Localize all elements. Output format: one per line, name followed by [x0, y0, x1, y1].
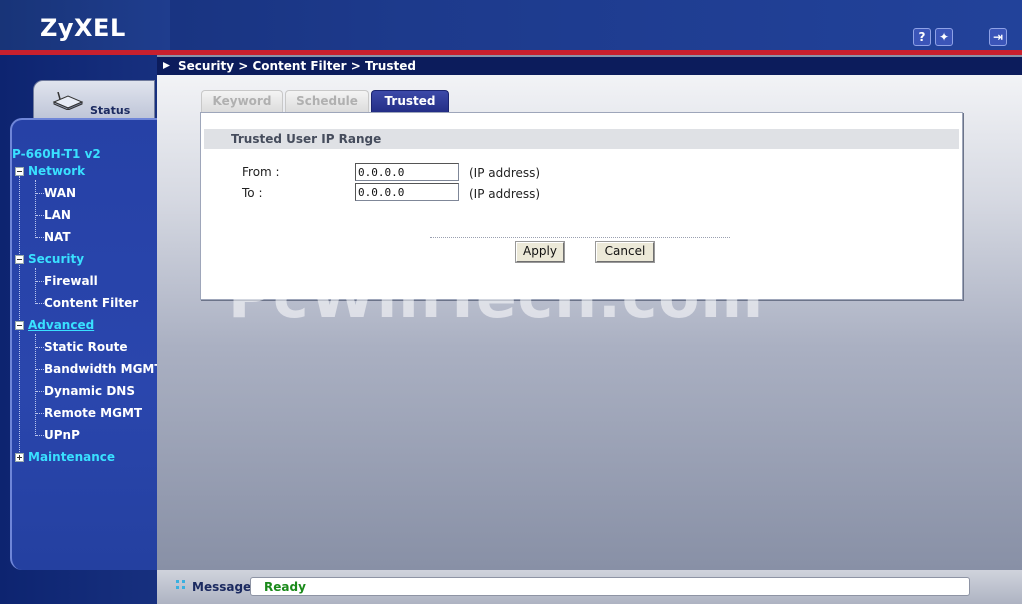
sidebar-item-security[interactable]: Security	[28, 252, 84, 266]
tree-branch	[36, 215, 44, 216]
tree-line	[19, 176, 20, 460]
to-ip-input[interactable]	[355, 183, 459, 201]
tree-branch	[36, 391, 44, 392]
from-label: From :	[242, 165, 280, 179]
sidebar-item-network[interactable]: Network	[28, 164, 85, 178]
tree-branch	[36, 413, 44, 414]
to-ip-note: (IP address)	[469, 187, 541, 201]
sidebar-item-wan[interactable]: WAN	[44, 186, 76, 200]
breadcrumb-arrow-icon	[163, 62, 170, 69]
separator	[430, 237, 730, 238]
collapse-security-icon[interactable]	[15, 255, 24, 264]
expand-maintenance-icon[interactable]	[15, 453, 24, 462]
message-dots-icon	[176, 580, 185, 589]
sidebar-item-maintenance[interactable]: Maintenance	[28, 450, 115, 464]
sidebar-item-nat[interactable]: NAT	[44, 230, 71, 244]
tab-trusted[interactable]: Trusted	[371, 90, 449, 112]
tab-schedule[interactable]: Schedule	[285, 90, 369, 112]
from-ip-input[interactable]	[355, 163, 459, 181]
message-box	[250, 577, 970, 596]
tree-branch	[36, 435, 44, 436]
help-icon[interactable]: ?	[913, 28, 931, 46]
sidebar-item-lan[interactable]: LAN	[44, 208, 71, 222]
sidebar-item-bandwidth-mgmt[interactable]: Bandwidth MGMT	[44, 362, 163, 376]
tree-line	[35, 334, 36, 436]
zyxel-logo: ZyXEL	[40, 14, 126, 42]
message-label: Message	[192, 580, 252, 594]
tree-line	[35, 268, 36, 304]
message-status: Ready	[264, 580, 306, 594]
cancel-button[interactable]: Cancel	[595, 241, 655, 263]
sidebar-item-static-route[interactable]: Static Route	[44, 340, 128, 354]
to-label: To :	[242, 186, 263, 200]
sidebar-item-remote-mgmt[interactable]: Remote MGMT	[44, 406, 142, 420]
section-title: Trusted User IP Range	[231, 132, 382, 146]
from-ip-note: (IP address)	[469, 166, 541, 180]
logout-icon[interactable]: ⇥	[989, 28, 1007, 46]
tab-keyword[interactable]: Keyword	[201, 90, 283, 112]
sidebar-item-firewall[interactable]: Firewall	[44, 274, 98, 288]
tree-branch	[36, 369, 44, 370]
sidebar-item-advanced[interactable]: Advanced	[28, 318, 94, 332]
collapse-network-icon[interactable]	[15, 167, 24, 176]
tree-branch	[36, 347, 44, 348]
sidebar-item-content-filter[interactable]: Content Filter	[44, 296, 138, 310]
breadcrumb: Security > Content Filter > Trusted	[178, 59, 416, 73]
tree-branch	[36, 237, 44, 238]
collapse-advanced-icon[interactable]	[15, 321, 24, 330]
device-name: P-660H-T1 v2	[12, 147, 101, 161]
sidebar-item-dynamic-dns[interactable]: Dynamic DNS	[44, 384, 135, 398]
sidebar-item-upnp[interactable]: UPnP	[44, 428, 80, 442]
tree-line	[35, 180, 36, 238]
tree-branch	[36, 281, 44, 282]
tree-branch	[36, 193, 44, 194]
tree-branch	[36, 303, 44, 304]
router-icon	[52, 92, 84, 110]
apply-button[interactable]: Apply	[515, 241, 565, 263]
wizard-icon[interactable]: ✦	[935, 28, 953, 46]
status-label[interactable]: Status	[90, 104, 130, 117]
watermark: PcWinTech.com	[228, 262, 765, 332]
